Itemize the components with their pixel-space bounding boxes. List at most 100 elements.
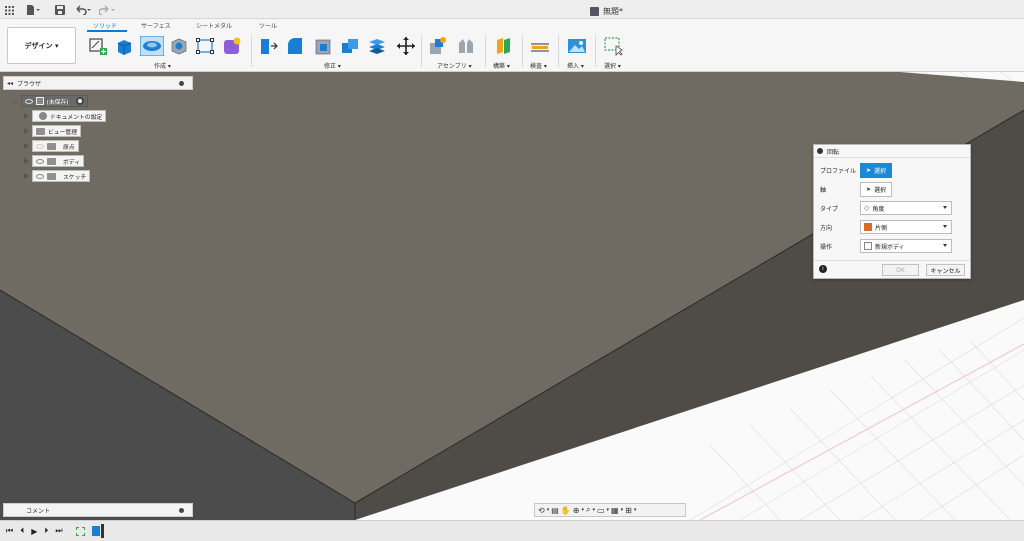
display-settings-icon[interactable]: ▭ [597, 506, 605, 515]
modify-group-label[interactable]: 修正 ▾ [324, 61, 341, 70]
file-menu-icon[interactable] [26, 3, 40, 17]
inspect-group-label[interactable]: 検査 ▾ [530, 61, 547, 70]
offset-plane-icon[interactable] [494, 36, 514, 56]
operation-dropdown[interactable]: 新規ボディ [860, 239, 952, 253]
profile-select-button[interactable]: ➤ 選択 [860, 162, 893, 178]
timeline-extrude-icon[interactable] [91, 526, 100, 536]
grid-settings-icon[interactable]: ▦ [611, 506, 619, 515]
insert-group-label[interactable]: 挿入 ▾ [567, 61, 584, 70]
tree-item-document-settings[interactable]: ドキュメントの設定 [24, 110, 107, 122]
apps-grid-icon[interactable] [5, 3, 14, 17]
construct-group-label[interactable]: 構築 ▾ [493, 61, 510, 70]
expand-triangle-icon[interactable] [24, 173, 29, 179]
sketches-node[interactable]: スケッチ [32, 170, 91, 182]
tree-item-origin[interactable]: 原点 [24, 140, 79, 152]
revolve-icon[interactable] [140, 36, 164, 56]
step-forward-icon[interactable]: ⏵ [44, 526, 48, 536]
viewports-icon[interactable]: ⊞ [625, 506, 632, 515]
workspace-design-button[interactable]: デザイン ▾ [7, 27, 76, 64]
move-copy-icon[interactable] [396, 36, 416, 56]
expand-triangle-icon[interactable] [24, 113, 29, 119]
fillet-icon[interactable] [285, 36, 305, 56]
timeline-marker[interactable] [100, 524, 104, 538]
ok-button[interactable]: OK [882, 264, 919, 276]
select-window-icon[interactable] [603, 36, 623, 56]
pan-hand-icon[interactable]: ✋ [561, 506, 571, 515]
root-component[interactable]: (未保存) [20, 95, 88, 107]
chevron-down-icon[interactable]: ▾ [592, 507, 595, 513]
named-views-node[interactable]: ビュー管理 [32, 125, 81, 137]
browser-panel-header[interactable]: ◂◂ ブラウザ [3, 76, 193, 90]
save-icon[interactable] [55, 3, 65, 17]
chevron-down-icon[interactable]: ▾ [621, 507, 624, 513]
shell-icon[interactable] [313, 36, 333, 56]
tree-item-sketches[interactable]: スケッチ [24, 170, 91, 182]
rectangle-sketch-icon[interactable] [195, 36, 215, 56]
orbit-icon[interactable]: ⟲ [538, 506, 545, 515]
go-to-start-icon[interactable]: ⏮ [6, 526, 13, 536]
axis-select-button[interactable]: ➤ 選択 [860, 181, 893, 197]
chevron-down-icon[interactable]: ▾ [634, 507, 637, 513]
create-group-label[interactable]: 作成 ▾ [154, 61, 171, 70]
chevron-down-icon[interactable]: ▾ [607, 507, 610, 513]
tab-tools[interactable]: ツール [259, 21, 277, 30]
fit-icon[interactable]: ⌕ [586, 505, 590, 515]
tree-item-bodies[interactable]: ボディ [24, 155, 84, 167]
pin-icon[interactable] [179, 80, 184, 86]
go-to-end-icon[interactable]: ⏭ [55, 526, 62, 536]
activate-radio-icon[interactable] [75, 97, 84, 105]
expand-root-icon[interactable]: ◿ [13, 98, 18, 105]
offset-face-icon[interactable] [367, 36, 387, 56]
undo-icon[interactable] [75, 3, 91, 17]
measure-icon[interactable] [530, 36, 550, 56]
chevron-down-icon[interactable]: ▾ [547, 507, 550, 513]
hole-icon[interactable] [169, 36, 189, 56]
dialog-header[interactable]: 回転 [814, 145, 970, 158]
collapse-dialog-icon[interactable] [817, 148, 823, 154]
new-component-icon[interactable] [428, 36, 448, 56]
create-sketch-icon[interactable] [88, 36, 108, 56]
visibility-eye-icon[interactable] [36, 173, 44, 179]
look-at-icon[interactable]: ▤ [551, 506, 559, 515]
press-pull-icon[interactable] [258, 36, 278, 56]
comments-panel[interactable]: コメント [3, 503, 193, 517]
joint-icon[interactable] [456, 36, 476, 56]
operation-row: 操作 新規ボディ [820, 239, 952, 253]
document-tab[interactable]: 無題* [590, 4, 623, 18]
select-group-label[interactable]: 選択 ▾ [604, 61, 621, 70]
timeline-sketch-icon[interactable] [75, 526, 85, 536]
zoom-icon[interactable]: ⊕ [573, 506, 580, 515]
operation-label: 操作 [820, 243, 833, 251]
document-settings-node[interactable]: ドキュメントの設定 [32, 110, 107, 122]
collapse-icon[interactable]: ◂◂ [7, 80, 13, 87]
combine-icon[interactable] [340, 36, 360, 56]
expand-triangle-icon[interactable] [24, 143, 29, 149]
play-icon[interactable]: ▶ [31, 527, 37, 536]
visibility-eye-icon[interactable] [36, 158, 44, 164]
info-icon[interactable]: i [819, 265, 827, 273]
direction-dropdown[interactable]: 片側 [860, 220, 952, 234]
pin-icon[interactable] [179, 507, 184, 513]
tree-root[interactable]: ◿ (未保存) [13, 95, 88, 107]
step-back-icon[interactable]: ⏴ [20, 526, 24, 536]
type-dropdown[interactable]: ◇ 角度 [860, 201, 952, 215]
expand-triangle-icon[interactable] [24, 128, 29, 134]
cancel-button[interactable]: キャンセル [926, 264, 965, 276]
insert-image-icon[interactable] [567, 36, 587, 56]
tab-solid[interactable]: ソリッド [93, 21, 117, 30]
chevron-down-icon[interactable]: ▾ [581, 507, 584, 513]
bodies-node[interactable]: ボディ [32, 155, 84, 167]
tree-item-named-views[interactable]: ビュー管理 [24, 125, 81, 137]
visibility-eye-icon[interactable] [24, 98, 33, 104]
visibility-eye-icon[interactable] [36, 143, 44, 149]
extrude-icon[interactable] [114, 36, 134, 56]
expand-triangle-icon[interactable] [24, 158, 29, 164]
tree-label: ビュー管理 [48, 129, 77, 136]
viewport-canvas[interactable] [0, 72, 1024, 520]
redo-icon[interactable] [99, 3, 115, 17]
origin-node[interactable]: 原点 [32, 140, 79, 152]
assemble-group-label[interactable]: アセンブリ ▾ [437, 61, 472, 70]
form-icon[interactable] [222, 36, 242, 56]
tab-surface[interactable]: サーフェス [141, 21, 171, 30]
tab-sheet-metal[interactable]: シートメタル [196, 21, 232, 30]
